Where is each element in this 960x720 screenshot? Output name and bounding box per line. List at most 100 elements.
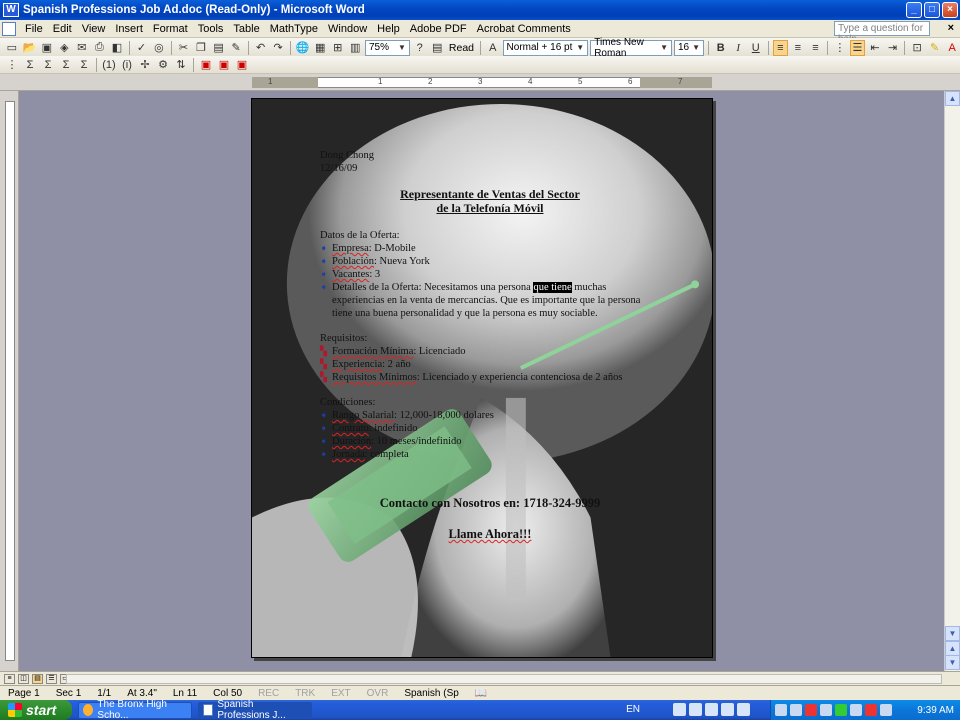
italic-button[interactable]: I [730, 40, 746, 56]
taskbar-item-word[interactable]: Spanish Professions J... [198, 699, 312, 720]
highlight-icon[interactable]: ✎ [927, 40, 943, 56]
numbering-icon[interactable]: ⋮ [832, 40, 848, 56]
sum-icon-2[interactable]: Σ [40, 57, 56, 73]
equation-number-icon[interactable]: (1) [101, 57, 117, 73]
spelling-status-icon[interactable]: 📖 [467, 688, 495, 699]
prev-page-icon[interactable]: ▲ [945, 641, 960, 656]
status-language[interactable]: Spanish (Sp [396, 688, 466, 699]
menu-tools[interactable]: Tools [193, 23, 229, 35]
selected-text[interactable]: que tiene [533, 282, 572, 293]
read-button[interactable]: Read [447, 42, 476, 54]
styles-icon[interactable]: A [485, 40, 501, 56]
clock[interactable]: 9:39 AM [917, 705, 960, 716]
language-indicator[interactable]: EN [626, 704, 640, 715]
email-icon[interactable]: ✉ [74, 40, 90, 56]
font-color-icon[interactable]: A [944, 40, 960, 56]
math-toggle-icon[interactable]: ⇅ [173, 57, 189, 73]
menu-acrobat-comments[interactable]: Acrobat Comments [472, 23, 576, 35]
align-center-icon[interactable]: ≡ [790, 40, 806, 56]
start-button[interactable]: start [0, 700, 72, 720]
tray-icon[interactable] [865, 704, 877, 716]
tray-icon[interactable] [850, 704, 862, 716]
help-search-input[interactable]: Type a question for help [834, 21, 930, 45]
menu-help[interactable]: Help [372, 23, 405, 35]
sum-icon-1[interactable]: Σ [22, 57, 38, 73]
save-icon[interactable]: ▣ [39, 40, 55, 56]
maximize-button[interactable]: □ [924, 2, 940, 18]
status-trk[interactable]: TRK [287, 688, 323, 699]
tray-icon[interactable] [880, 704, 892, 716]
math-insert-icon[interactable]: ✢ [137, 57, 153, 73]
horizontal-ruler[interactable]: 1 1 2 3 4 5 6 7 [0, 74, 960, 91]
menu-view[interactable]: View [77, 23, 111, 35]
tray-icon[interactable] [737, 703, 750, 716]
word-app-icon[interactable]: W [3, 3, 19, 17]
scroll-down-icon[interactable]: ▼ [945, 626, 960, 641]
tray-icon[interactable] [689, 703, 702, 716]
pdf-convert-icon[interactable]: ▣ [198, 57, 214, 73]
align-left-icon[interactable]: ≡ [772, 39, 789, 56]
new-document-icon[interactable]: ▭ [4, 40, 20, 56]
tables-borders-icon[interactable]: ▦ [312, 40, 328, 56]
menu-insert[interactable]: Insert [110, 23, 148, 35]
document-workspace[interactable]: Dong Chong 12/16/09 Representante de Ven… [19, 91, 945, 671]
tray-icon[interactable] [820, 704, 832, 716]
open-folder-icon[interactable]: 📂 [22, 40, 38, 56]
hyperlink-icon[interactable]: 🌐 [295, 40, 311, 56]
menu-window[interactable]: Window [323, 23, 372, 35]
horizontal-scrollbar[interactable] [66, 674, 942, 684]
font-size-select[interactable]: 16 ▼ [673, 39, 704, 56]
undo-icon[interactable]: ↶ [253, 40, 269, 56]
status-ovr[interactable]: OVR [359, 688, 397, 699]
equation-ref-icon[interactable]: (i) [119, 57, 135, 73]
paste-icon[interactable]: ▤ [211, 40, 227, 56]
format-painter-icon[interactable]: ✎ [228, 40, 244, 56]
tray-icon[interactable] [805, 704, 817, 716]
minimize-button[interactable]: _ [906, 2, 922, 18]
status-rec[interactable]: REC [250, 688, 287, 699]
permission-icon[interactable]: ◈ [57, 40, 73, 56]
vertical-ruler[interactable] [0, 91, 19, 671]
math-settings-icon[interactable]: ⚙ [155, 57, 171, 73]
scroll-up-icon[interactable]: ▲ [945, 91, 960, 106]
document-close-icon[interactable]: × [948, 22, 954, 34]
print-preview-icon[interactable]: ◧ [109, 40, 125, 56]
columns-icon[interactable]: ▥ [347, 40, 363, 56]
tray-icon[interactable] [835, 704, 847, 716]
pdf-email-icon[interactable]: ▣ [216, 57, 232, 73]
outline-view-icon[interactable]: ☰ [46, 673, 57, 684]
next-page-icon[interactable]: ▼ [945, 655, 960, 670]
print-view-icon[interactable]: ▤ [32, 673, 43, 684]
underline-button[interactable]: U [748, 40, 764, 56]
zoom-select[interactable]: 75% ▼ [364, 39, 410, 56]
insert-table-icon[interactable]: ⊞ [330, 40, 346, 56]
menu-adobe-pdf[interactable]: Adobe PDF [405, 23, 472, 35]
document-content[interactable]: Dong Chong 12/16/09 Representante de Ven… [320, 149, 660, 541]
sum-icon-3[interactable]: Σ [58, 57, 74, 73]
tray-icon[interactable] [721, 703, 734, 716]
pdf-review-icon[interactable]: ▣ [234, 57, 250, 73]
align-right-icon[interactable]: ≡ [808, 40, 824, 56]
tray-icon[interactable] [705, 703, 718, 716]
menu-format[interactable]: Format [148, 23, 193, 35]
print-icon[interactable]: ⎙ [92, 40, 108, 56]
decrease-indent-icon[interactable]: ⇤ [867, 40, 883, 56]
menu-file[interactable]: File [20, 23, 48, 35]
read-mode-icon[interactable]: ▤ [429, 40, 445, 56]
vertical-scrollbar[interactable]: ▲ ▼ ▲ ▼ [944, 91, 960, 671]
style-select[interactable]: Normal + 16 pt ▼ [502, 39, 589, 56]
tray-icon[interactable] [673, 703, 686, 716]
status-ext[interactable]: EXT [323, 688, 358, 699]
font-select[interactable]: Times New Roman ▼ [590, 37, 672, 59]
web-view-icon[interactable]: ◫ [18, 673, 29, 684]
redo-icon[interactable]: ↷ [270, 40, 286, 56]
tray-icon[interactable] [775, 704, 787, 716]
increase-indent-icon[interactable]: ⇥ [885, 40, 901, 56]
border-icon[interactable]: ⊡ [909, 40, 925, 56]
menu-mathtype[interactable]: MathType [265, 23, 323, 35]
taskbar-item-firefox[interactable]: The Bronx High Scho... [78, 699, 192, 720]
document-icon[interactable] [2, 21, 16, 36]
cut-icon[interactable]: ✂ [176, 40, 192, 56]
close-button[interactable]: × [942, 2, 958, 18]
bold-button[interactable]: B [713, 40, 729, 56]
